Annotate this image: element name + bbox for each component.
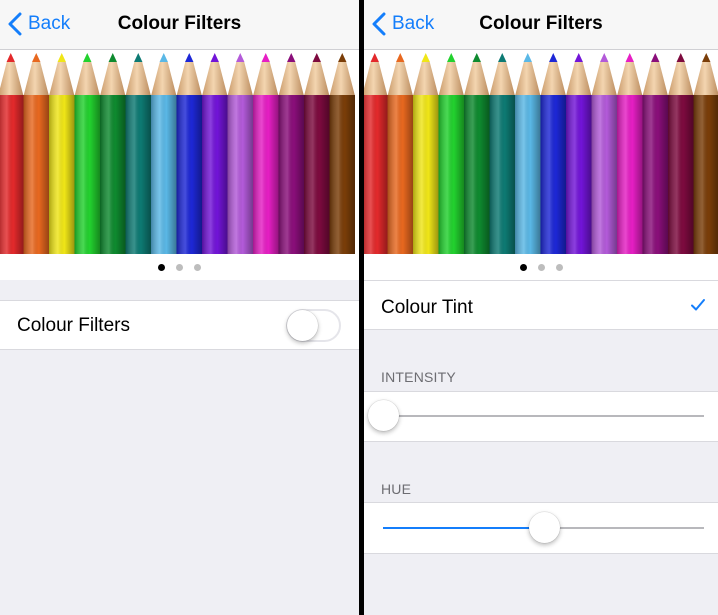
pencil — [668, 53, 694, 254]
pencil — [202, 53, 228, 254]
right-screen: Back Colour Filters Colour Tint INTENSIT… — [364, 0, 718, 615]
checkmark-icon — [691, 299, 705, 311]
pencil — [464, 53, 490, 254]
page-dot-3[interactable] — [555, 263, 563, 271]
pencil — [176, 53, 202, 254]
pencil — [253, 53, 279, 254]
colored-pencils-illustration — [0, 50, 359, 254]
pencil — [151, 53, 177, 254]
pencil — [227, 53, 253, 254]
colored-pencils-illustration — [364, 50, 718, 254]
page-dot-2[interactable] — [537, 263, 545, 271]
pencil — [278, 53, 304, 254]
pencil — [125, 53, 151, 254]
pencil — [438, 53, 464, 254]
pencil — [304, 53, 330, 254]
pencil — [413, 53, 439, 254]
pencil — [23, 53, 49, 254]
left-screen: Back Colour Filters Colour Filters — [0, 0, 359, 615]
pencil — [387, 53, 413, 254]
hue-slider[interactable] — [383, 512, 704, 544]
colored-pencils-image — [0, 50, 359, 254]
slider-track — [383, 415, 704, 417]
intensity-slider[interactable] — [368, 400, 704, 432]
page-dot-1[interactable] — [519, 263, 527, 271]
pencil — [74, 53, 100, 254]
slider-thumb[interactable] — [528, 512, 560, 543]
page-title: Colour Filters — [117, 13, 242, 34]
colour-tint-label: Colour Tint — [381, 297, 473, 318]
pencil — [693, 53, 718, 254]
pencil — [540, 53, 566, 254]
pencil — [489, 53, 515, 254]
pencil — [49, 53, 75, 254]
page-dot-2[interactable] — [176, 263, 183, 271]
pencil — [591, 53, 617, 254]
pencil — [0, 53, 24, 254]
pencil — [364, 53, 388, 254]
hue-cell — [364, 502, 718, 554]
pencil — [642, 53, 668, 254]
colour-filters-label: Colour Filters — [17, 315, 130, 336]
intensity-cell — [364, 391, 718, 442]
pencil — [329, 53, 355, 254]
pencil — [566, 53, 592, 254]
nav-bar: Back Colour Filters — [0, 0, 359, 50]
slider-fill — [383, 527, 544, 529]
pencil — [100, 53, 126, 254]
pencil — [617, 53, 643, 254]
page-indicator[interactable] — [364, 254, 718, 280]
nav-bar: Back Colour Filters — [364, 0, 718, 50]
intensity-header: INTENSITY — [381, 369, 456, 385]
hue-header: HUE — [381, 481, 412, 497]
page-title: Colour Filters — [479, 13, 603, 34]
page-indicator[interactable] — [0, 254, 359, 280]
page-dot-1[interactable] — [158, 263, 165, 271]
switch-knob — [287, 310, 318, 341]
colored-pencils-image — [364, 50, 718, 254]
colour-filters-switch[interactable] — [286, 309, 341, 342]
pencil — [515, 53, 541, 254]
page-dot-3[interactable] — [194, 263, 201, 271]
slider-thumb[interactable] — [368, 400, 399, 431]
colour-tint-cell[interactable]: Colour Tint — [364, 280, 718, 330]
colour-filters-toggle-cell: Colour Filters — [0, 300, 359, 350]
